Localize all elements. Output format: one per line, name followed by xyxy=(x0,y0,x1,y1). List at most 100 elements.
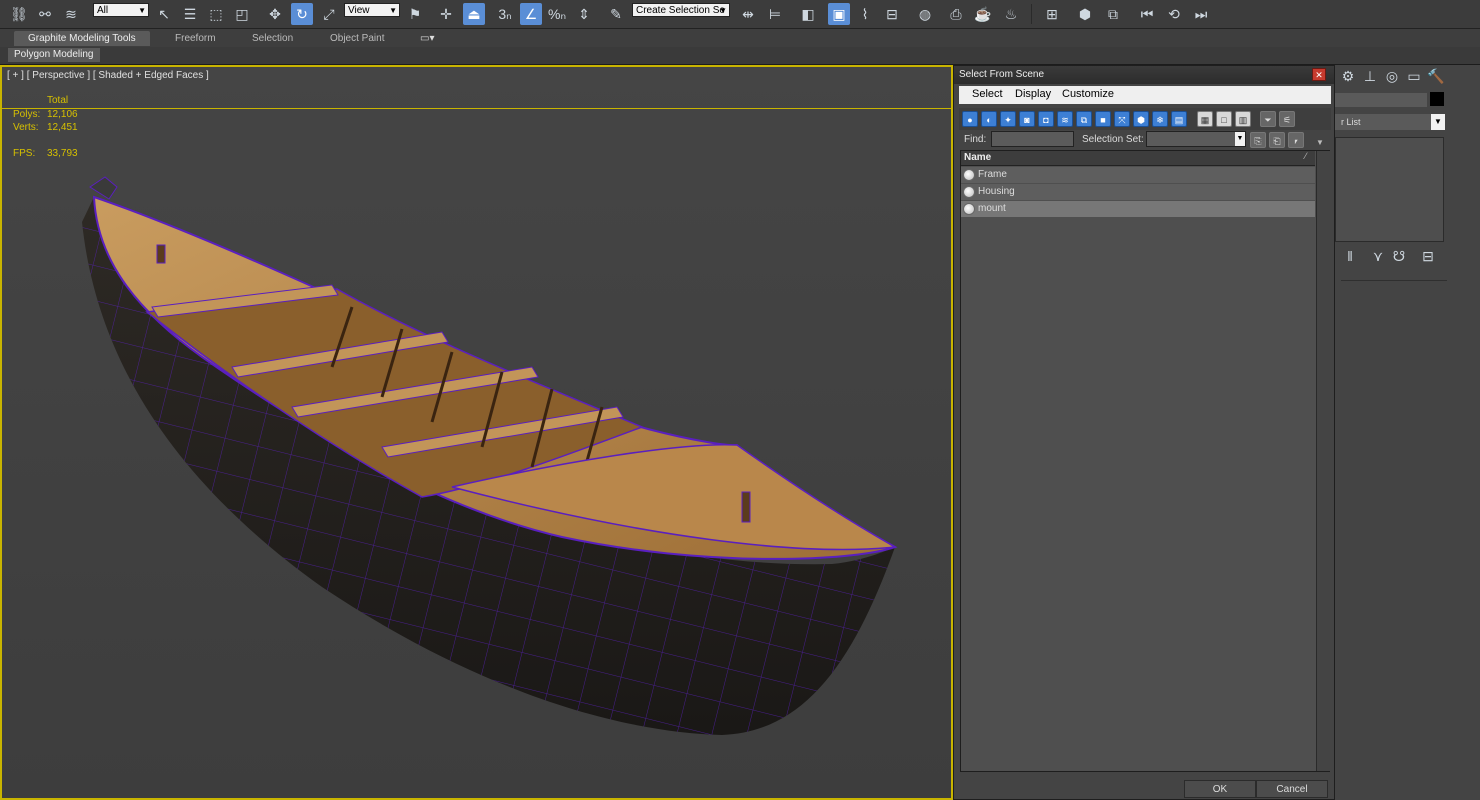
selection-set-dropdown[interactable]: ▼ xyxy=(1146,131,1246,147)
tab-freeform[interactable]: Freeform xyxy=(175,31,216,46)
tab-graphite-modeling-tools[interactable]: Graphite Modeling Tools xyxy=(14,31,150,46)
motion-panel-icon[interactable]: ◎ xyxy=(1381,65,1403,87)
list-item-frame[interactable]: Frame xyxy=(961,167,1315,183)
select-and-move-icon[interactable]: ✥ xyxy=(264,3,286,25)
schematic-view-icon[interactable]: ⊟ xyxy=(881,3,903,25)
display-panel-icon[interactable]: ▭ xyxy=(1403,65,1425,87)
display-geometry-icon[interactable]: ● xyxy=(962,111,978,127)
edit-named-selection-icon[interactable]: ✎ xyxy=(605,3,627,25)
display-shapes-icon[interactable]: ◐ xyxy=(981,111,997,127)
modifier-stack[interactable] xyxy=(1335,137,1444,242)
filter-icon[interactable]: ⏷ xyxy=(1260,111,1276,127)
close-icon[interactable]: ✕ xyxy=(1312,68,1326,81)
graphite-toggle-icon[interactable]: ▣ xyxy=(828,3,850,25)
dialog-toolbar: ● ◐ ✦ ◙ ◘ ≋ ⧉ ■ ⤧ ⬢ ❄ ▤ ▦ □ ▥ ⏷ ⚟ xyxy=(959,108,1331,130)
list-item-housing[interactable]: Housing xyxy=(961,184,1315,200)
column-header-name[interactable]: Name ⁄ xyxy=(961,151,1315,166)
pivot-center-icon[interactable]: ⚑ xyxy=(404,3,426,25)
add-to-selection-set-icon[interactable]: ⎗ xyxy=(1269,132,1285,148)
dialog-title-bar[interactable]: Select From Scene ✕ xyxy=(954,66,1334,84)
select-and-manipulate-icon[interactable]: ✛ xyxy=(435,3,457,25)
animation-key-icon[interactable]: ⏮ xyxy=(1136,3,1158,25)
display-groups-icon[interactable]: ⧉ xyxy=(1076,111,1092,127)
display-space-warps-icon[interactable]: ≋ xyxy=(1057,111,1073,127)
create-selection-set-dropdown[interactable]: Create Selection Se ▼ xyxy=(632,3,730,17)
utilities-panel-icon[interactable]: 🔨 xyxy=(1425,65,1447,87)
display-frozen-icon[interactable]: ❄ xyxy=(1152,111,1168,127)
filter-options-icon[interactable]: ⚟ xyxy=(1279,111,1295,127)
ok-button[interactable]: OK xyxy=(1184,780,1256,798)
window-crossing-icon[interactable]: ◰ xyxy=(231,3,253,25)
curve-editor-icon[interactable]: ⌇ xyxy=(854,3,876,25)
display-all-icon[interactable]: ▦ xyxy=(1197,111,1213,127)
boat-model[interactable] xyxy=(2,67,951,798)
invert-display-icon[interactable]: ▥ xyxy=(1235,111,1251,127)
show-end-result-icon[interactable]: ⋎ xyxy=(1367,245,1389,267)
chevron-down-icon: ▼ xyxy=(138,6,146,15)
object-color-swatch[interactable] xyxy=(1430,92,1444,106)
display-containers-icon[interactable]: ⬢ xyxy=(1133,111,1149,127)
select-and-scale-icon[interactable]: ⤢ xyxy=(318,3,340,25)
display-xrefs-icon[interactable]: ■ xyxy=(1095,111,1111,127)
snaps-toggle-icon[interactable]: 3ₙ xyxy=(494,3,516,25)
mirror-icon[interactable]: ⇹ xyxy=(737,3,759,25)
sort-arrow-icon: ⁄ xyxy=(1305,151,1307,161)
object-name-field[interactable] xyxy=(1335,93,1427,107)
selection-set-label: Selection Set: xyxy=(1082,134,1144,145)
layer-manager-icon[interactable]: ◧ xyxy=(797,3,819,25)
selection-filter-dropdown[interactable]: All ▼ xyxy=(93,3,149,17)
angle-snap-toggle-icon[interactable]: ∠ xyxy=(520,3,542,25)
percent-snap-toggle-icon[interactable]: % ₙ xyxy=(546,3,568,25)
perspective-viewport[interactable]: [ + ] [ Perspective ] [ Shaded + Edged F… xyxy=(0,65,953,800)
modifier-list-dropdown[interactable]: r List ▼ xyxy=(1335,114,1445,130)
object-list[interactable]: Name ⁄ Frame Housing mount xyxy=(960,150,1330,772)
display-bones-icon[interactable]: ⤧ xyxy=(1114,111,1130,127)
list-item-mount[interactable]: mount xyxy=(961,201,1315,217)
tab-object-paint[interactable]: Object Paint xyxy=(330,31,384,46)
hierarchy-panel-icon[interactable]: ⊥ xyxy=(1359,65,1381,87)
display-helpers-icon[interactable]: ◘ xyxy=(1038,111,1054,127)
rectangular-selection-icon[interactable]: ⬚ xyxy=(205,3,227,25)
ribbon-options-icon[interactable]: ▭▾ xyxy=(420,31,434,46)
find-input[interactable] xyxy=(991,131,1074,147)
auto-key-icon[interactable]: ⏭ xyxy=(1190,3,1212,25)
reference-coordinate-dropdown[interactable]: View ▼ xyxy=(344,3,400,17)
align-icon[interactable]: ⊨ xyxy=(764,3,786,25)
bind-space-warp-icon[interactable]: ≋ xyxy=(60,3,82,25)
make-unique-icon[interactable]: ☋ xyxy=(1388,245,1410,267)
display-lights-icon[interactable]: ✦ xyxy=(1000,111,1016,127)
menu-display[interactable]: Display xyxy=(1015,88,1051,100)
cancel-button[interactable]: Cancel xyxy=(1256,780,1328,798)
tab-selection[interactable]: Selection xyxy=(252,31,293,46)
keyboard-shortcut-override-icon[interactable]: ⏏ xyxy=(463,3,485,25)
material-editor-icon[interactable]: ◍ xyxy=(914,3,936,25)
select-from-scene-dialog: Select From Scene ✕ Select Display Custo… xyxy=(953,65,1335,800)
select-by-name-icon[interactable]: ☰ xyxy=(179,3,201,25)
display-none-icon[interactable]: □ xyxy=(1216,111,1232,127)
batch-render-icon[interactable]: ⧉ xyxy=(1102,3,1124,25)
spinner-snap-toggle-icon[interactable]: ⇕ xyxy=(573,3,595,25)
render-production-icon[interactable]: ♨ xyxy=(1000,3,1022,25)
scene-explorer-icon[interactable]: ⊞ xyxy=(1041,3,1063,25)
unlink-icon[interactable]: ⚯ xyxy=(34,3,56,25)
pin-stack-icon[interactable]: ‖ xyxy=(1339,245,1361,267)
set-key-icon[interactable]: ⟲ xyxy=(1163,3,1185,25)
render-setup-icon[interactable]: ⎙ xyxy=(945,3,967,25)
rendered-frame-window-icon[interactable]: ☕ xyxy=(972,3,994,25)
container-icon[interactable]: ⬢ xyxy=(1074,3,1096,25)
display-cameras-icon[interactable]: ◙ xyxy=(1019,111,1035,127)
list-scrollbar[interactable] xyxy=(1316,151,1330,771)
menu-select[interactable]: Select xyxy=(972,88,1003,100)
chevron-down-icon[interactable]: ▼ xyxy=(1316,138,1324,147)
select-and-link-icon[interactable]: ⛓ xyxy=(8,3,30,25)
configure-modifier-sets-icon[interactable]: ⊟ xyxy=(1417,245,1439,267)
select-and-rotate-icon[interactable]: ↻ xyxy=(291,3,313,25)
select-object-icon[interactable]: ↖ xyxy=(153,3,175,25)
polygon-modeling-panel[interactable]: Polygon Modeling xyxy=(8,48,100,62)
display-hidden-icon[interactable]: ▤ xyxy=(1171,111,1187,127)
remove-from-selection-set-icon[interactable]: ⎖ xyxy=(1288,132,1304,148)
new-selection-set-icon[interactable]: ⎘ xyxy=(1250,132,1266,148)
menu-customize[interactable]: Customize xyxy=(1062,88,1114,100)
chevron-down-icon: ▼ xyxy=(1235,132,1245,146)
create-panel-icon[interactable]: ⚙ xyxy=(1337,65,1359,87)
